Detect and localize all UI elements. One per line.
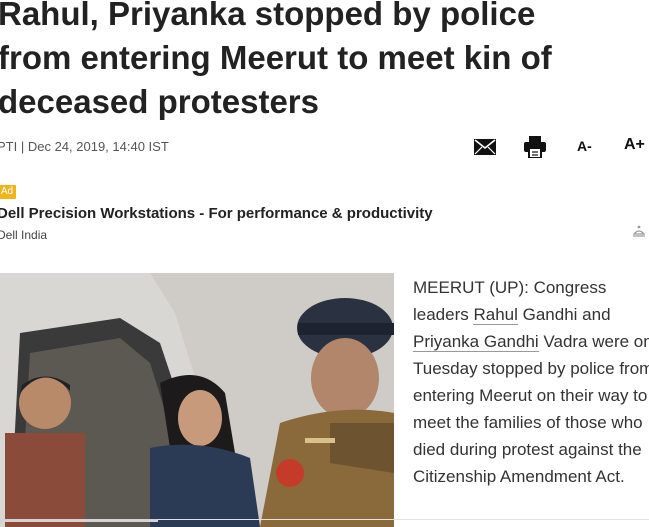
article-toolbar: A- A+ [470,134,649,160]
headline-line-2: from entering Meerut to meet kin of [0,39,552,76]
printer-icon[interactable] [524,136,546,162]
divider-accent [0,519,158,522]
byline-separator: | [17,139,28,154]
envelope-icon[interactable] [474,139,496,165]
adchoices-icon[interactable] [632,224,646,245]
article-photo [0,273,394,527]
publish-date: Dec 24, 2019, 14:40 IST [27,139,169,154]
body-text-2: Gandhi and [517,305,611,324]
article-byline: PTI | Dec 24, 2019, 14:40 IST [0,139,169,154]
ad-advertiser: Dell India [0,228,48,242]
font-decrease-button[interactable]: A- [577,138,592,164]
font-increase-button[interactable]: A+ [624,136,645,162]
article-headline: Rahul, Priyanka stopped by police from e… [0,0,649,124]
article-body: MEERUT (UP): Congress leaders Rahul Gand… [413,274,649,490]
source-label: PTI [0,139,18,154]
headline-line-3: deceased protesters [0,83,319,120]
ad-badge: Ad [0,185,16,199]
rahul-link[interactable]: Rahul [473,305,518,325]
priyanka-gandhi-link[interactable]: Priyanka Gandhi [413,332,539,352]
headline-line-1: Rahul, Priyanka stopped by police [0,0,536,32]
ad-title-link[interactable]: Dell Precision Workstations - For perfor… [0,205,433,222]
body-text-3: Vadra were on Tuesday stopped by police … [413,332,649,486]
